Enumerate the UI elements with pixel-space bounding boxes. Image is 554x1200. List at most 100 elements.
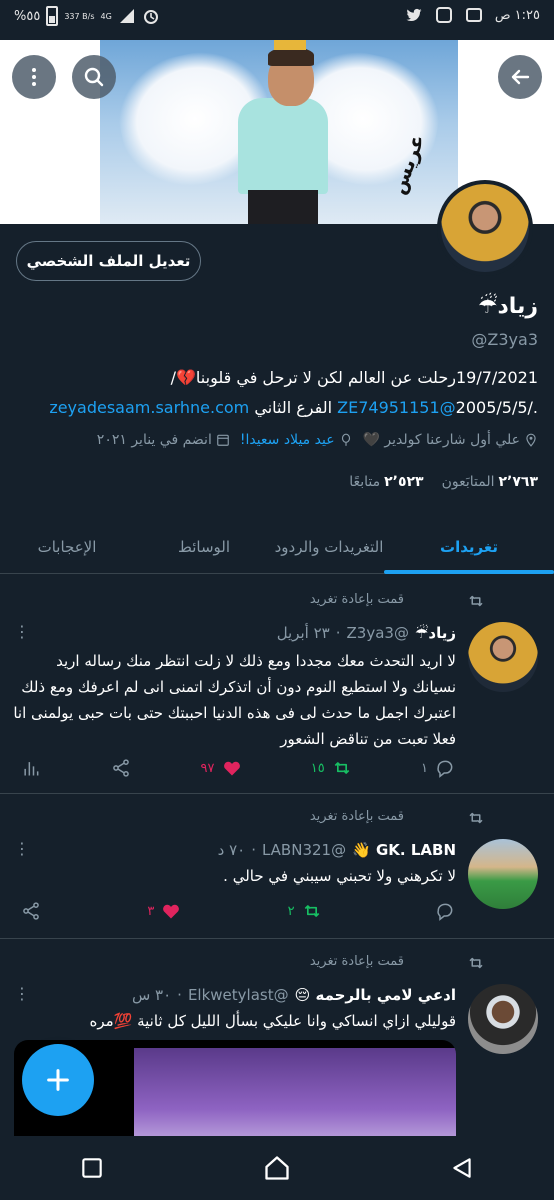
like-button[interactable]: ٩٧ [201, 758, 243, 778]
author-name[interactable]: ادعي لامي بالرحمه 😔 [295, 986, 456, 1004]
battery-percent: %٥٥ [14, 8, 41, 24]
bio-text-a: الفرع الثاني [254, 398, 333, 417]
tweet-more-icon[interactable]: ⋮ [14, 984, 30, 1003]
tweet-date[interactable]: ٧٠ د [218, 841, 246, 859]
retweet-icon [304, 905, 319, 917]
retweet-button[interactable]: ١٥ [311, 758, 353, 778]
birthday-item[interactable]: عيد ميلاد سعيدا! [240, 432, 353, 448]
profile-avatar[interactable] [437, 180, 533, 276]
bio-text-b: ./2005/5/5 [455, 398, 538, 417]
birthday-text[interactable]: عيد ميلاد سعيدا! [240, 432, 335, 448]
tweet-text: لا اريد التحدث معك مجددا ومع ذلك لا زلت … [13, 652, 456, 748]
bio-line-1: 19/7/2021رحلت عن العالم لكن لا ترحل في ق… [170, 368, 538, 387]
avatar[interactable] [468, 622, 538, 692]
like-button[interactable]: ٣ [147, 901, 182, 921]
tab-tweets[interactable]: تغريدات [384, 520, 554, 574]
status-bar: %٥٥ 337 B/s 4G ١:٢٥ ص [0, 0, 554, 36]
followers-stat[interactable]: ٢٬٧٦٣المتابَعون [442, 474, 538, 490]
back-nav-icon[interactable] [449, 1155, 475, 1181]
media-image [134, 1048, 456, 1150]
tab-label: الوسائط [177, 538, 231, 556]
calendar-icon [217, 434, 229, 446]
back-button[interactable] [498, 55, 542, 99]
profile-meta: علي أول شارعنا كولدير 🖤 عيد ميلاد سعيدا!… [97, 432, 538, 448]
avatar[interactable] [468, 984, 538, 1054]
tweet-header: GK. LABN 👋 @LABN321 · ٧٠ د [218, 841, 456, 859]
tweet-more-icon[interactable]: ⋮ [14, 839, 30, 858]
retweet-button[interactable]: ٢ [288, 901, 323, 921]
follow-stats: ٢٬٧٦٣المتابَعون ٢٬٥٢٣متابعًا [349, 474, 538, 490]
banner-image: عريس [100, 40, 458, 224]
gallery-icon [465, 8, 482, 22]
location-item: علي أول شارعنا كولدير 🖤 [363, 432, 538, 448]
tweet-actions: ١ ١٥ ٩٧ [20, 756, 456, 780]
tweet-date[interactable]: ٢٣ أبريل [277, 624, 330, 642]
plus-icon [47, 1069, 69, 1091]
share-button[interactable] [110, 758, 132, 778]
retweet-label: قمت بإعادة تغريد [309, 809, 404, 824]
bio-mention[interactable]: @ZE74951151 [337, 398, 456, 417]
home-icon[interactable] [263, 1154, 291, 1182]
retweet-icon [469, 812, 483, 824]
joined-text: انضم في يناير ٢٠٢١ [96, 432, 212, 448]
tweet[interactable]: قمت بإعادة تغريد GK. LABN 👋 @LABN321 · ٧… [0, 795, 554, 939]
retweet-label: قمت بإعادة تغريد [309, 592, 404, 607]
more-vertical-icon [32, 68, 36, 86]
tweet-text: قوليلي ازاي انساكي وانا عليكي بسأل الليل… [89, 1012, 457, 1030]
tab-tweets-replies[interactable]: التغريدات والردود [274, 520, 384, 574]
retweet-count: ١٥ [310, 760, 325, 776]
compose-tweet-button[interactable] [22, 1044, 94, 1116]
banner-person-body [238, 98, 328, 194]
reply-button[interactable] [428, 901, 456, 921]
dot-separator: · [251, 841, 256, 859]
edit-profile-button[interactable]: تعديل الملف الشخصي [16, 241, 201, 281]
following-count: ٢٬٥٢٣ [384, 474, 424, 490]
system-nav-bar [0, 1136, 554, 1200]
battery-icon [46, 6, 59, 26]
app-icon [435, 7, 452, 23]
recents-icon[interactable] [79, 1155, 105, 1181]
retweet-label: قمت بإعادة تغريد [309, 954, 404, 969]
tab-label: الإعجابات [37, 538, 97, 556]
retweet-count: ٢ [287, 903, 295, 919]
analytics-button[interactable] [20, 758, 42, 778]
status-left: %٥٥ 337 B/s 4G [14, 6, 160, 26]
location-text: علي أول شارعنا كولدير 🖤 [362, 432, 520, 448]
dot-separator: · [335, 624, 341, 642]
search-button[interactable] [72, 55, 116, 99]
author-handle[interactable]: @LABN321 [262, 841, 346, 859]
retweet-icon [469, 595, 483, 607]
author-name[interactable]: زياد☔ [415, 624, 456, 642]
tweet-date[interactable]: ٣٠ س [132, 986, 171, 1004]
clock: ١:٢٥ ص [494, 7, 540, 23]
reply-button[interactable]: ١ [421, 758, 456, 778]
dot-separator: · [177, 986, 182, 1004]
heart-icon [223, 761, 240, 776]
author-handle[interactable]: @Elkwetylast [188, 986, 289, 1004]
author-handle[interactable]: @Z3ya3 [347, 624, 409, 642]
bio-line-2: ./2005/5/5@ZE74951151 الفرع الثاني zeyad… [49, 398, 538, 417]
twitter-icon [406, 8, 422, 22]
location-icon [526, 433, 536, 447]
heart-icon [163, 904, 180, 919]
avatar[interactable] [468, 839, 538, 909]
tweet-header: ادعي لامي بالرحمه 😔 @Elkwetylast · ٣٠ س [132, 986, 456, 1004]
share-button[interactable] [20, 901, 42, 921]
profile-name: زياد☔ [477, 294, 538, 319]
more-options-button[interactable] [12, 55, 56, 99]
tab-label: تغريدات [440, 538, 498, 556]
retweet-icon [469, 957, 483, 969]
reply-count: ١ [421, 760, 428, 776]
tweet-text: لا تكرهني ولا تحبني سيبني في حالي . [223, 867, 456, 885]
tab-likes[interactable]: الإعجابات [0, 520, 134, 574]
retweet-icon [334, 762, 350, 774]
tweet-more-icon[interactable]: ⋮ [14, 622, 30, 641]
balloon-icon [341, 433, 350, 446]
tweet[interactable]: قمت بإعادة تغريد زياد☔ @Z3ya3 · ٢٣ أبريل… [0, 576, 554, 794]
bio-link[interactable]: zeyadesaam.sarhne.com [49, 398, 249, 417]
tab-media[interactable]: الوسائط [134, 520, 274, 574]
following-stat[interactable]: ٢٬٥٢٣متابعًا [349, 474, 423, 490]
followers-count: ٢٬٧٦٣ [498, 474, 539, 490]
author-name[interactable]: GK. LABN 👋 [352, 841, 456, 859]
status-right: ١:٢٥ ص [405, 6, 540, 24]
